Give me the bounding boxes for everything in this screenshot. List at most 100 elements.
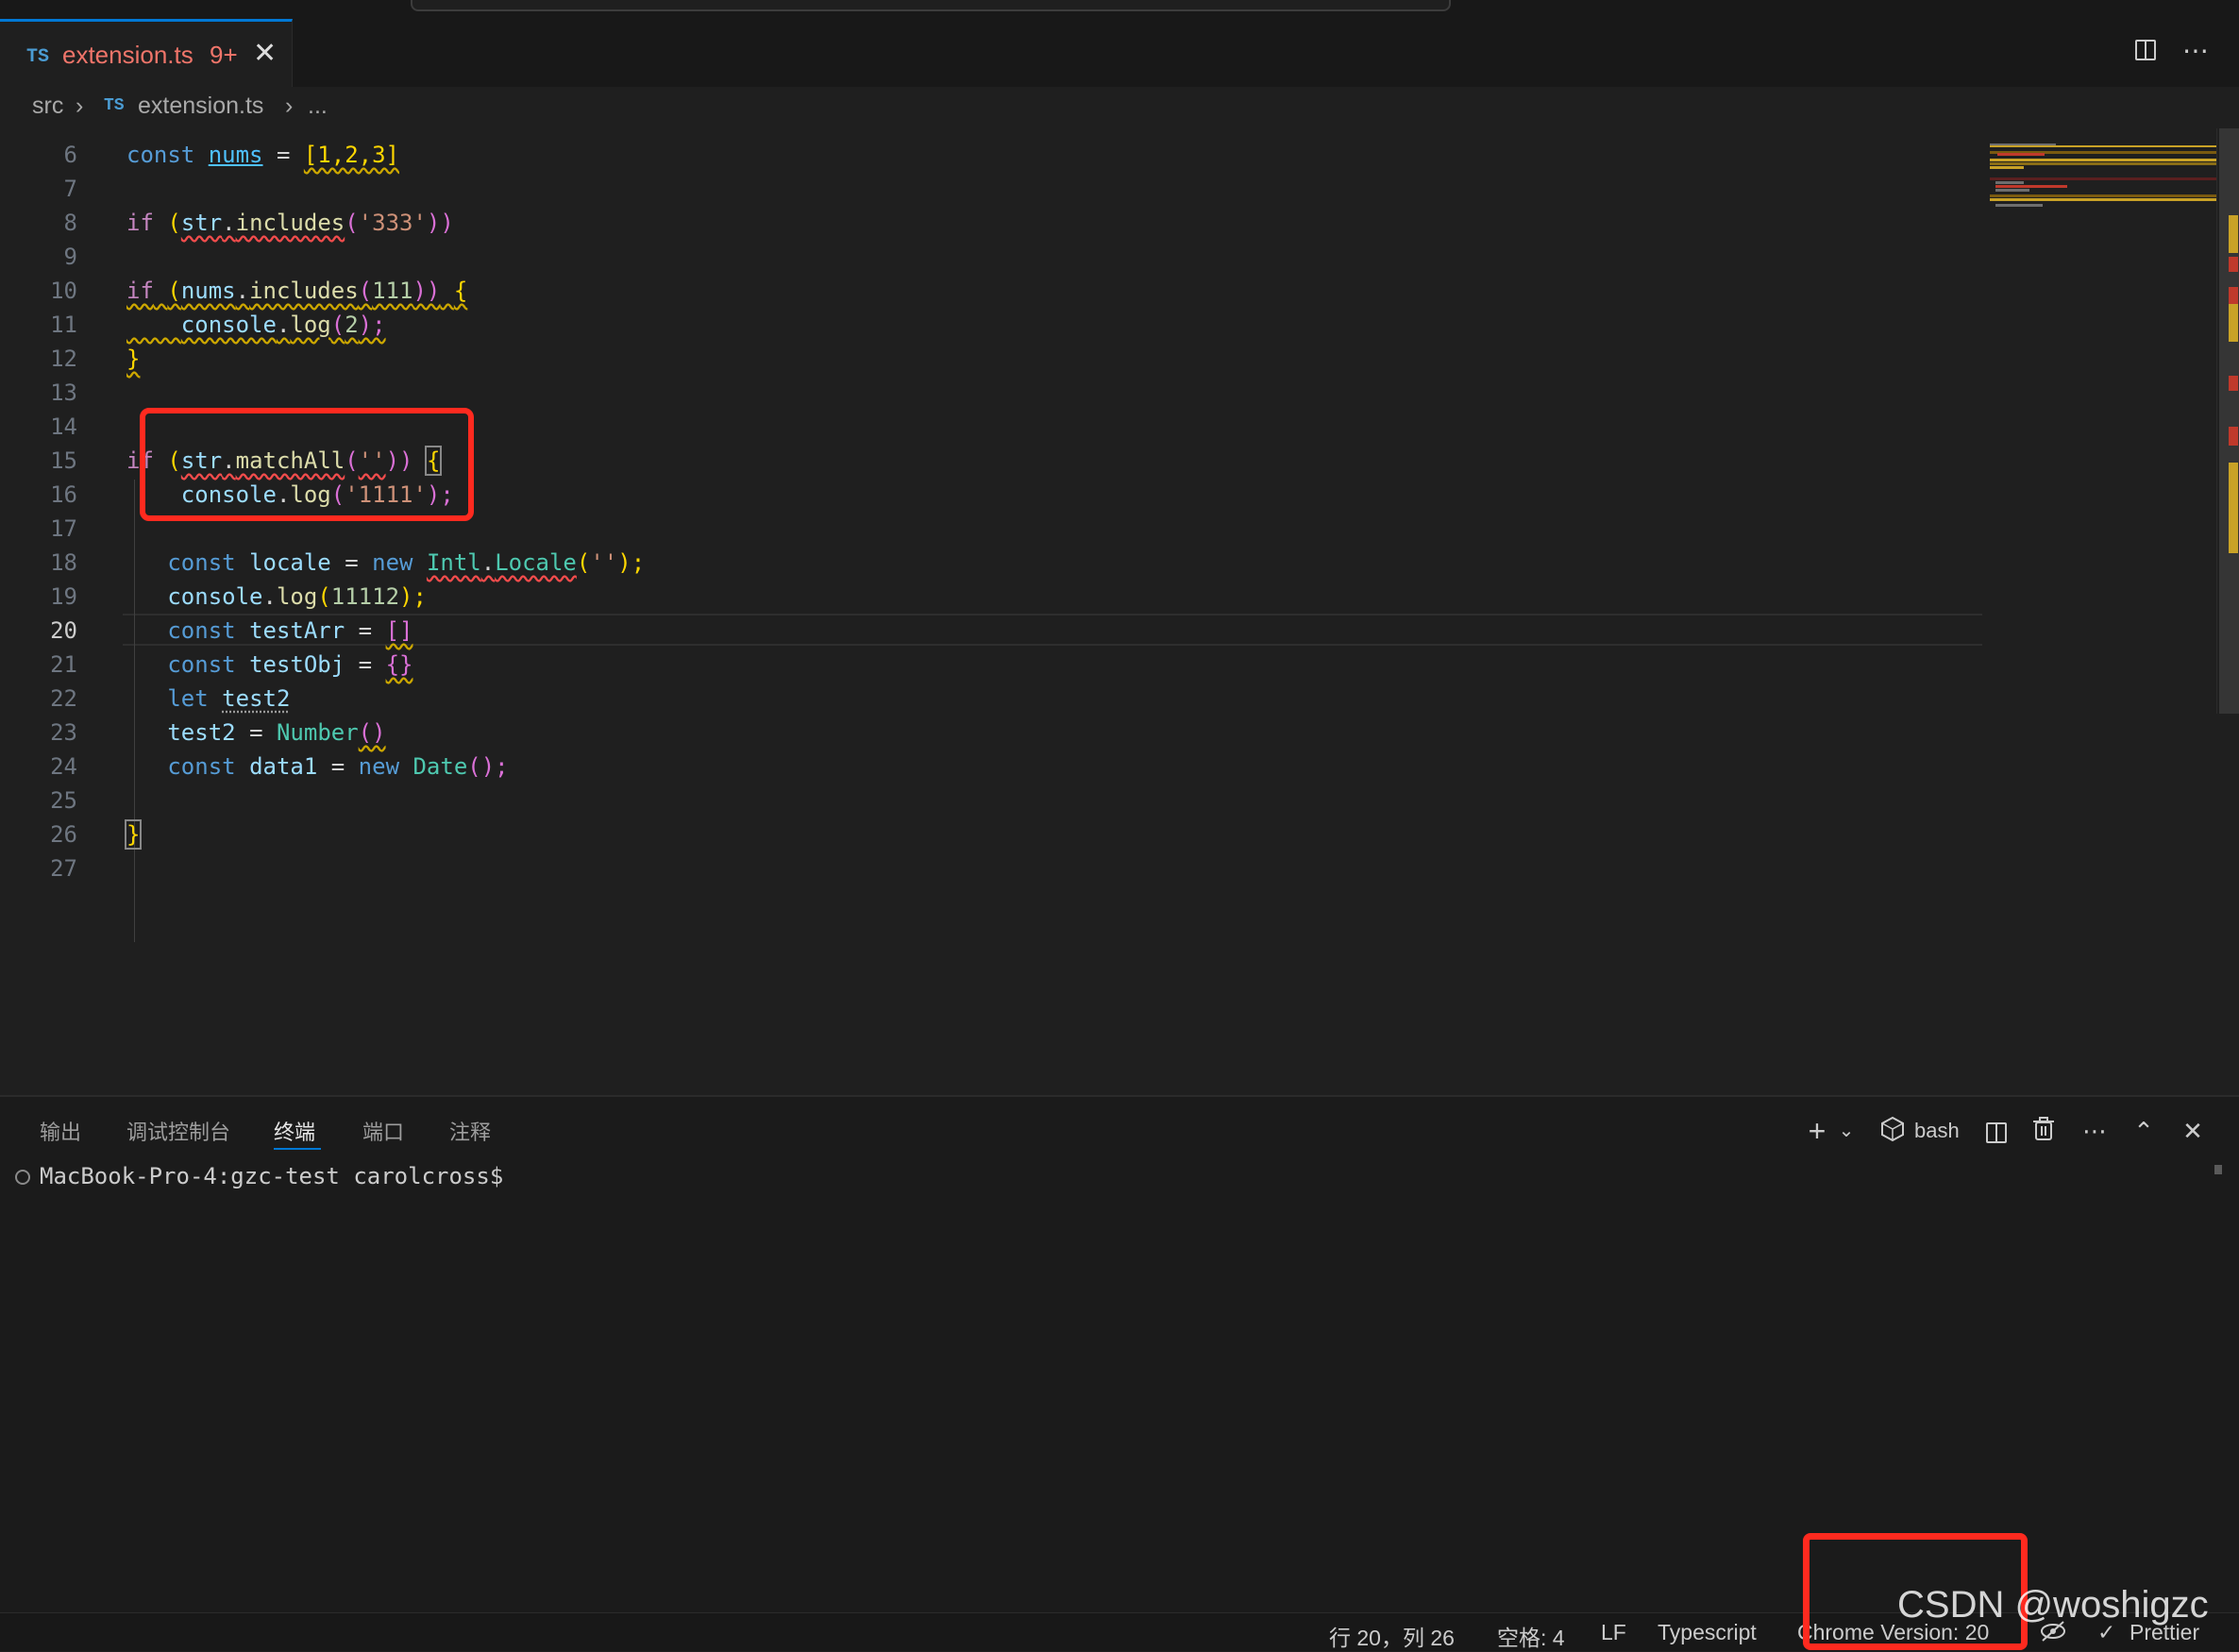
line-number: 25: [50, 787, 77, 814]
code-token: .: [276, 312, 291, 338]
code-token: =: [330, 753, 345, 780]
code-token: (: [330, 312, 345, 338]
line-number: 10: [50, 278, 77, 304]
code-token: data1: [249, 753, 318, 780]
code-token: let: [167, 685, 209, 712]
tab-output[interactable]: 输出: [40, 1116, 81, 1146]
code-token: '': [590, 549, 618, 576]
minimap-line: [1990, 194, 2216, 197]
split-editor-icon[interactable]: [2130, 34, 2163, 68]
code-token: log: [290, 312, 331, 338]
language-mode[interactable]: Typescript: [1658, 1620, 1757, 1645]
code-token: .: [235, 278, 250, 304]
warning-marker: [2229, 463, 2238, 553]
code-token: (: [358, 278, 373, 304]
code-token: const: [167, 651, 236, 678]
code-token: [1,2,3]: [303, 142, 400, 168]
terminal-shell-icon: [1878, 1116, 1907, 1146]
line-number: 21: [50, 651, 77, 678]
code-token: if: [126, 210, 154, 236]
code-token: console: [180, 312, 277, 338]
line-number: 12: [50, 346, 77, 372]
terminal-name[interactable]: bash: [1914, 1116, 1960, 1146]
code-token: const: [167, 549, 236, 576]
more-actions-icon[interactable]: ⋯: [2179, 34, 2213, 68]
code-token: (: [167, 210, 181, 236]
command-center[interactable]: [411, 0, 1451, 11]
line-number: 18: [50, 549, 77, 576]
code-token: const: [167, 617, 236, 644]
minimap-line: [1990, 198, 2216, 201]
editor-scrollbar[interactable]: [2216, 128, 2239, 714]
cursor-position[interactable]: 行 20，列 26: [1329, 1620, 1455, 1652]
code-token: {: [453, 278, 468, 304]
warning-marker: [2229, 304, 2238, 342]
minimap[interactable]: [1990, 128, 2216, 355]
code-token: );: [617, 549, 646, 576]
tab-debug-console[interactable]: 调试控制台: [126, 1116, 230, 1146]
tab-filename: extension.ts: [62, 41, 194, 69]
code-token: );: [399, 583, 427, 610]
code-line-20: const testArr = []: [126, 614, 412, 648]
code-token: Intl: [426, 549, 481, 576]
tab-ports[interactable]: 端口: [362, 1116, 404, 1146]
more-actions-icon[interactable]: ⋯: [2080, 1116, 2109, 1146]
code-editor[interactable]: 6 7 8 9 10 11 12 13 14 15 16 17 18 19 20…: [0, 128, 2239, 1095]
error-marker: [2229, 427, 2238, 446]
code-token: Date: [412, 753, 468, 780]
close-icon[interactable]: ✕: [253, 37, 277, 70]
code-token: =: [358, 651, 373, 678]
tab-extension-ts[interactable]: TS extension.ts 9+ ✕: [0, 19, 293, 87]
code-token: const: [126, 142, 195, 168]
code-token: []: [385, 617, 413, 644]
problems-count: 9+: [210, 41, 238, 69]
circle-icon: [15, 1170, 30, 1185]
watermark: CSDN @woshigzc: [1897, 1584, 2209, 1626]
minimap-line: [1995, 185, 2067, 188]
terminal-prompt-line[interactable]: MacBook-Pro-4:gzc-test carolcross$: [15, 1163, 503, 1189]
maximize-panel-icon[interactable]: ⌃: [2130, 1116, 2158, 1146]
code-line-24: const data1 = new Date();: [126, 750, 508, 784]
code-token: .: [480, 549, 496, 576]
title-bar: [0, 0, 2239, 19]
code-token: (: [345, 210, 359, 236]
minimap-line: [1990, 162, 2216, 165]
code-token: test2: [167, 719, 236, 746]
close-panel-icon[interactable]: ✕: [2179, 1116, 2207, 1146]
end-of-line[interactable]: LF: [1601, 1620, 1626, 1645]
code-token: 11112: [330, 583, 400, 610]
line-number: 17: [50, 515, 77, 542]
breadcrumb-file[interactable]: extension.ts: [138, 93, 263, 120]
new-terminal-icon[interactable]: +: [1803, 1116, 1831, 1146]
code-line-6: const nums = [1,2,3]: [126, 138, 399, 172]
chevron-down-icon[interactable]: ⌄: [1837, 1116, 1856, 1146]
terminal-prompt: MacBook-Pro-4:gzc-test carolcross$: [40, 1163, 504, 1189]
breadcrumb-folder[interactable]: src: [32, 93, 63, 120]
minimap-line: [1995, 189, 2029, 192]
code-token: (): [358, 719, 386, 746]
code-token: 2: [345, 312, 359, 338]
trash-icon[interactable]: [2029, 1116, 2058, 1146]
indentation-setting[interactable]: 空格: 4: [1497, 1620, 1565, 1652]
split-terminal-icon[interactable]: [1982, 1116, 2011, 1146]
code-token: =: [345, 549, 359, 576]
terminal-scrollbar[interactable]: [2214, 1165, 2222, 1174]
code-token: str: [180, 210, 223, 236]
code-token: '333': [358, 210, 427, 236]
chevron-right-icon: ›: [285, 93, 294, 119]
line-number: 26: [50, 821, 77, 848]
error-marker: [2229, 376, 2238, 391]
code-token: (: [576, 549, 591, 576]
breadcrumb-symbol[interactable]: ...: [308, 93, 328, 120]
code-token: Number: [276, 719, 359, 746]
chevron-right-icon: ›: [76, 93, 84, 119]
line-number: 19: [50, 583, 77, 610]
tab-terminal[interactable]: 终端: [274, 1116, 315, 1146]
code-token: )): [412, 278, 441, 304]
line-number: 15: [50, 447, 77, 474]
tab-comments[interactable]: 注释: [449, 1116, 491, 1146]
line-number: 24: [50, 753, 77, 780]
code-line-8: if (str.includes('333')): [126, 206, 454, 240]
code-line-12: }: [126, 342, 140, 376]
code-token: nums: [208, 142, 263, 168]
